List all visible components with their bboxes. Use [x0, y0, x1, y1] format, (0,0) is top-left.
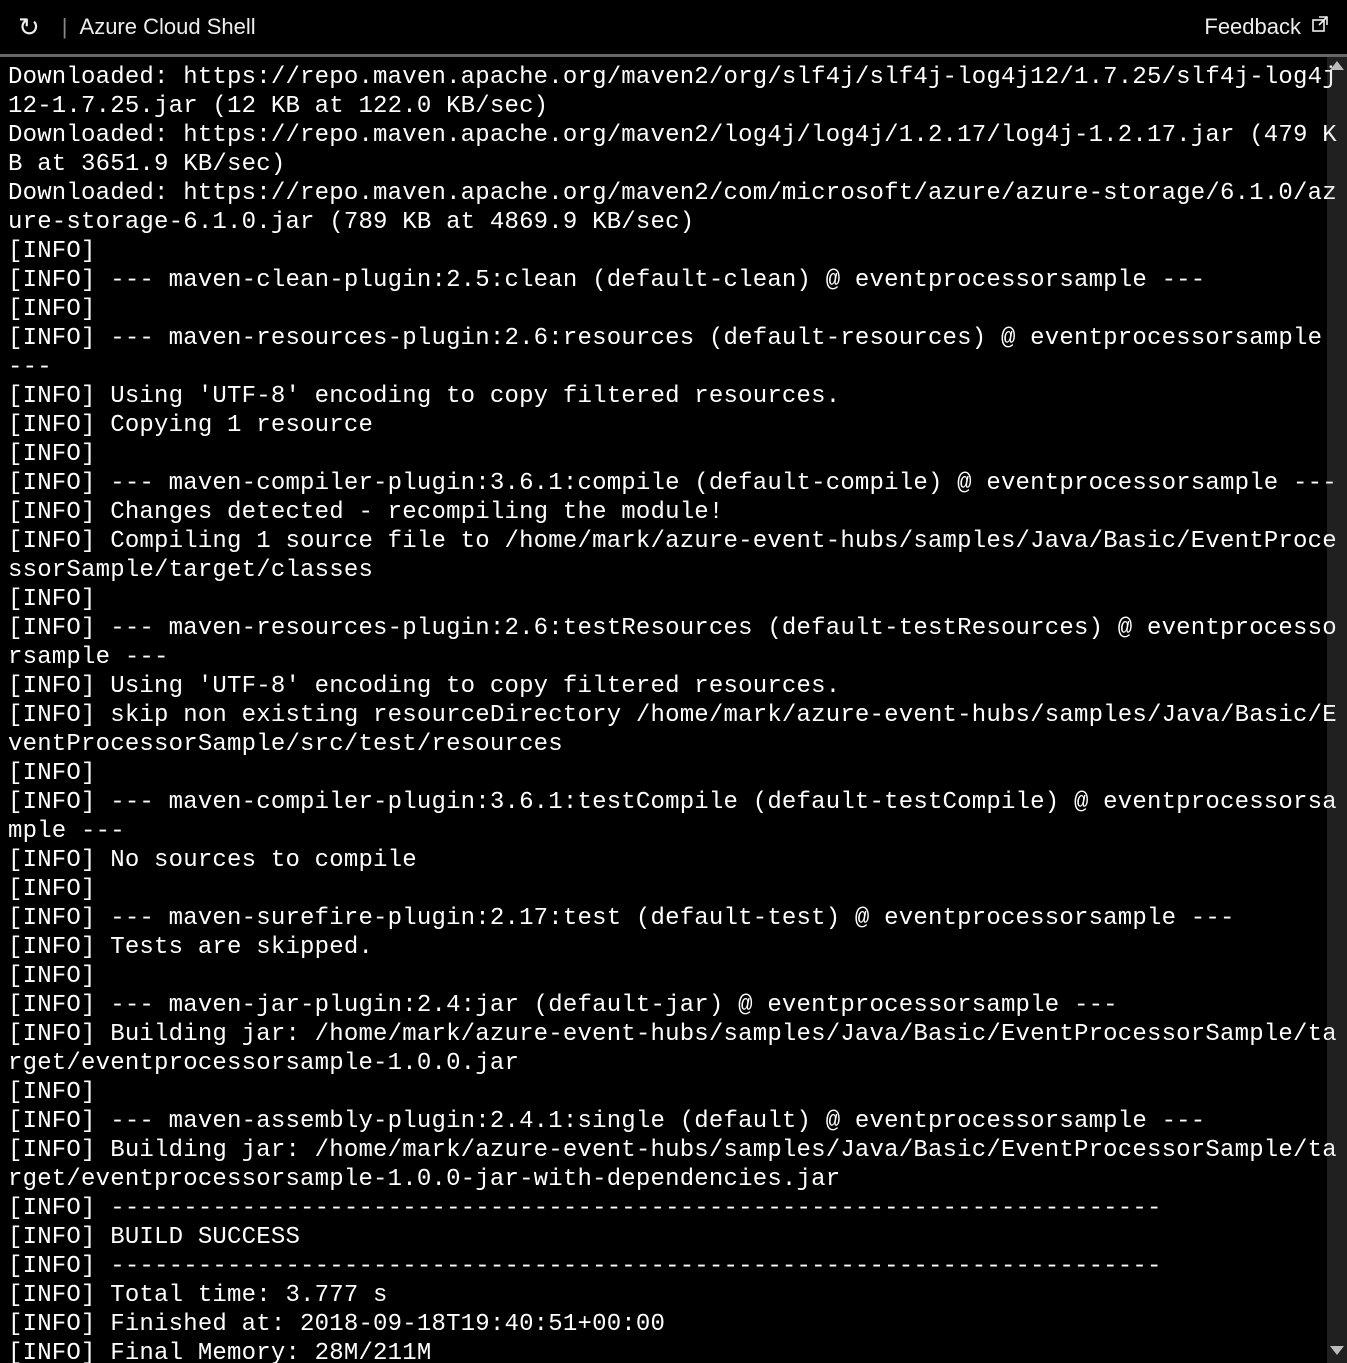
terminal-line: [INFO] No sources to compile	[8, 846, 1339, 875]
terminal-line: [INFO] Building jar: /home/mark/azure-ev…	[8, 1020, 1339, 1078]
terminal-line: [INFO]	[8, 962, 1339, 991]
terminal-line: [INFO] Copying 1 resource	[8, 411, 1339, 440]
scroll-down-icon[interactable]	[1330, 1346, 1344, 1355]
terminal-line: [INFO] Final Memory: 28M/211M	[8, 1339, 1339, 1363]
terminal-line: [INFO]	[8, 585, 1339, 614]
reload-icon[interactable]: ↻	[18, 12, 40, 43]
terminal-line: [INFO] Using 'UTF-8' encoding to copy fi…	[8, 382, 1339, 411]
app-title: Azure Cloud Shell	[80, 14, 256, 40]
terminal-viewport[interactable]: Downloaded: https://repo.maven.apache.or…	[0, 57, 1347, 1363]
terminal-line: [INFO] --- maven-surefire-plugin:2.17:te…	[8, 904, 1339, 933]
terminal-line: [INFO] Compiling 1 source file to /home/…	[8, 527, 1339, 585]
terminal-line: [INFO] Building jar: /home/mark/azure-ev…	[8, 1136, 1339, 1194]
terminal-line: [INFO] Total time: 3.777 s	[8, 1281, 1339, 1310]
terminal-line: [INFO]	[8, 759, 1339, 788]
terminal-line: [INFO] Finished at: 2018-09-18T19:40:51+…	[8, 1310, 1339, 1339]
terminal-line: [INFO] --- maven-compiler-plugin:3.6.1:t…	[8, 788, 1339, 846]
terminal-line: [INFO] BUILD SUCCESS	[8, 1223, 1339, 1252]
terminal-line: Downloaded: https://repo.maven.apache.or…	[8, 63, 1339, 121]
external-link-icon	[1311, 15, 1329, 39]
terminal-line: [INFO] skip non existing resourceDirecto…	[8, 701, 1339, 759]
titlebar-divider: |	[62, 14, 68, 40]
terminal-line: [INFO]	[8, 875, 1339, 904]
terminal-line: [INFO]	[8, 237, 1339, 266]
terminal-line: [INFO] --- maven-clean-plugin:2.5:clean …	[8, 266, 1339, 295]
terminal-line: [INFO] Tests are skipped.	[8, 933, 1339, 962]
terminal-output[interactable]: Downloaded: https://repo.maven.apache.or…	[0, 57, 1347, 1363]
terminal-line: [INFO] --- maven-jar-plugin:2.4:jar (def…	[8, 991, 1339, 1020]
terminal-line: Downloaded: https://repo.maven.apache.or…	[8, 179, 1339, 237]
terminal-line: [INFO]	[8, 440, 1339, 469]
terminal-line: [INFO] --- maven-resources-plugin:2.6:re…	[8, 324, 1339, 382]
terminal-line: [INFO] --- maven-resources-plugin:2.6:te…	[8, 614, 1339, 672]
feedback-label: Feedback	[1204, 14, 1301, 40]
terminal-line: [INFO] Using 'UTF-8' encoding to copy fi…	[8, 672, 1339, 701]
terminal-line: [INFO] --- maven-compiler-plugin:3.6.1:c…	[8, 469, 1339, 498]
terminal-line: [INFO]	[8, 1078, 1339, 1107]
scrollbar[interactable]	[1327, 57, 1347, 1363]
cloud-shell-window: ↻ | Azure Cloud Shell Feedback Downloade…	[0, 0, 1347, 1363]
terminal-line: [INFO] --- maven-assembly-plugin:2.4.1:s…	[8, 1107, 1339, 1136]
scroll-up-icon[interactable]	[1330, 61, 1344, 70]
terminal-line: [INFO] ---------------------------------…	[8, 1252, 1339, 1281]
terminal-line: [INFO] Changes detected - recompiling th…	[8, 498, 1339, 527]
feedback-button[interactable]: Feedback	[1204, 14, 1329, 40]
terminal-line: [INFO]	[8, 295, 1339, 324]
titlebar: ↻ | Azure Cloud Shell Feedback	[0, 0, 1347, 57]
terminal-line: [INFO] ---------------------------------…	[8, 1194, 1339, 1223]
terminal-line: Downloaded: https://repo.maven.apache.or…	[8, 121, 1339, 179]
